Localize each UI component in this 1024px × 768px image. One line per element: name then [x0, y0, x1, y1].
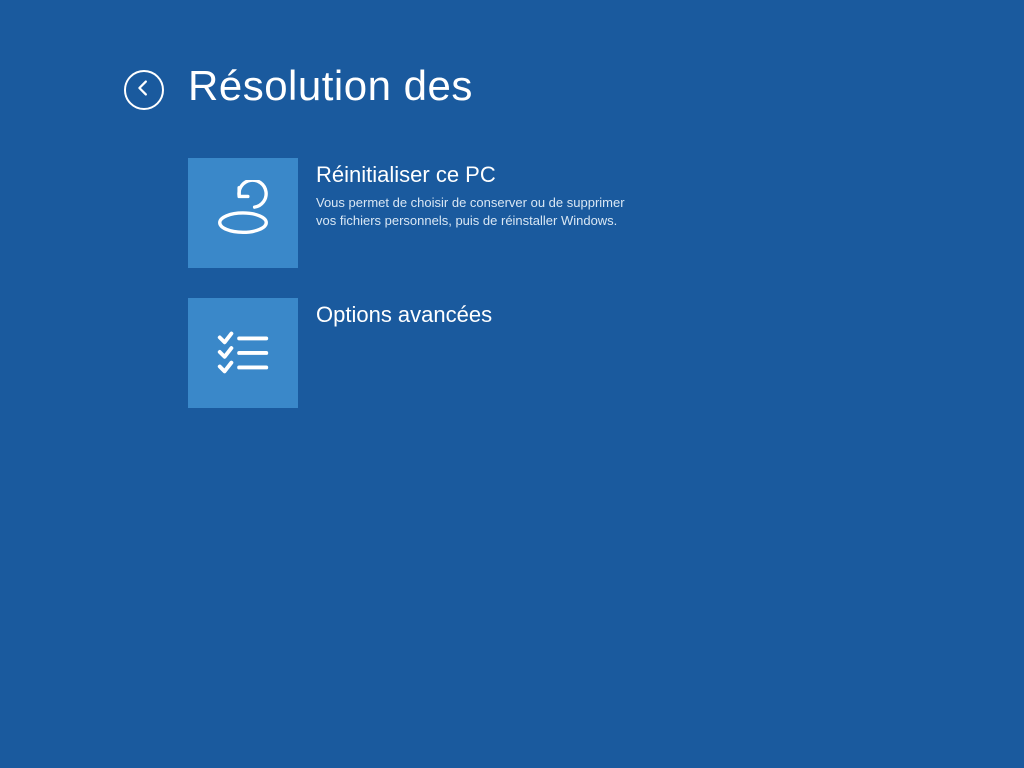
advanced-options-option[interactable]: Options avancées [188, 298, 688, 408]
advanced-options-icon-tile [188, 298, 298, 408]
recovery-screen: Résolution des Réinitialiser ce PC Vous … [0, 0, 1024, 408]
reset-pc-text: Réinitialiser ce PC Vous permet de chois… [316, 158, 626, 229]
reset-pc-icon [212, 180, 274, 247]
options-list: Réinitialiser ce PC Vous permet de chois… [188, 158, 1024, 408]
advanced-options-title: Options avancées [316, 302, 492, 328]
advanced-options-text: Options avancées [316, 298, 492, 334]
reset-pc-option[interactable]: Réinitialiser ce PC Vous permet de chois… [188, 158, 688, 268]
checklist-icon [212, 320, 274, 387]
reset-pc-title: Réinitialiser ce PC [316, 162, 626, 188]
header: Résolution des [124, 62, 1024, 110]
reset-pc-icon-tile [188, 158, 298, 268]
back-button[interactable] [124, 70, 164, 110]
reset-pc-description: Vous permet de choisir de conserver ou d… [316, 194, 626, 229]
back-arrow-icon [133, 77, 155, 104]
page-title: Résolution des [188, 62, 473, 110]
